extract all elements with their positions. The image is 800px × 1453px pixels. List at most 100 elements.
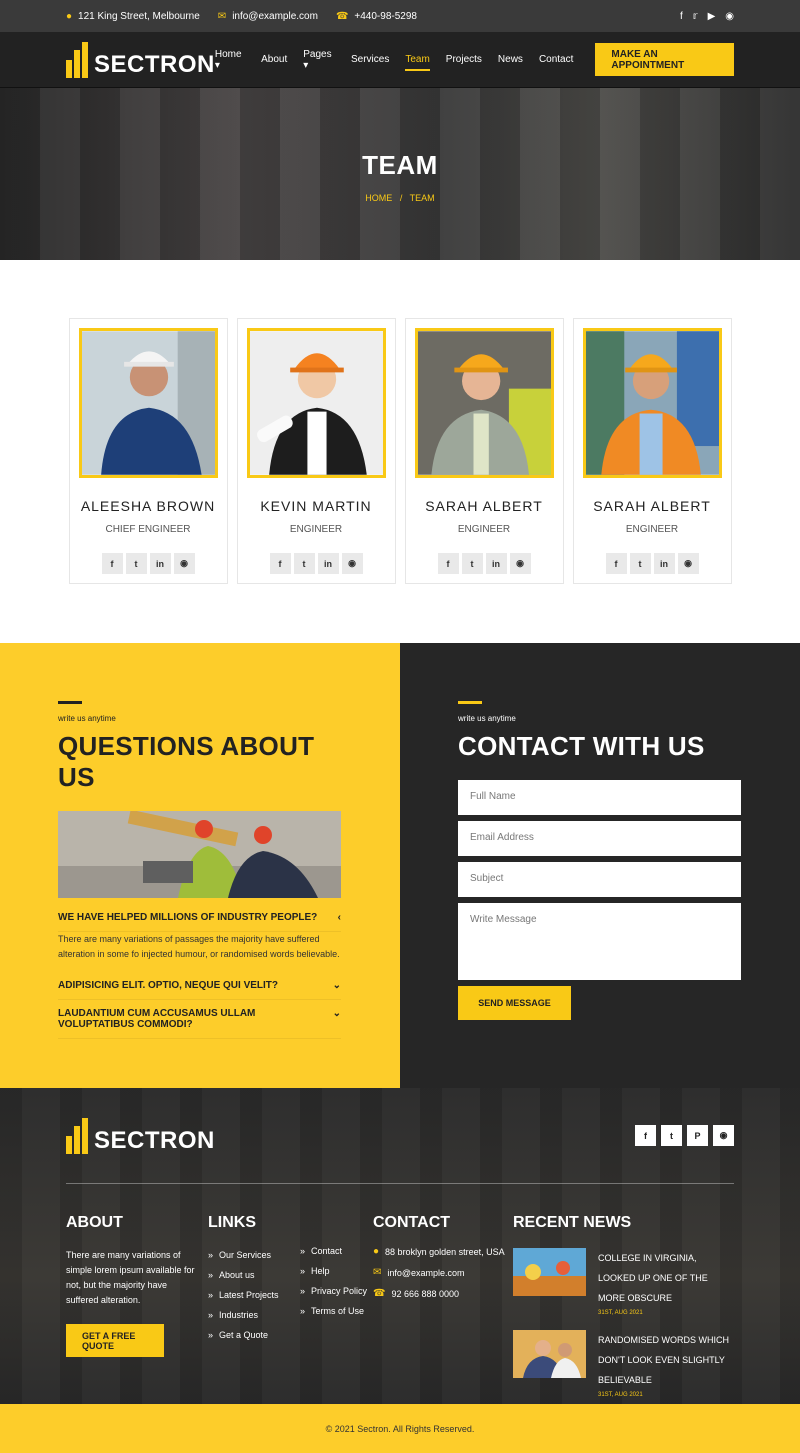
section-dash (458, 701, 482, 704)
twitter-icon[interactable]: t (125, 553, 147, 574)
instagram-icon[interactable]: ◉ (509, 553, 531, 574)
twitter-icon[interactable]: t (661, 1125, 682, 1146)
email-item[interactable]: ✉ info@example.com (218, 11, 318, 22)
email-text[interactable]: info@example.com (232, 11, 318, 22)
twitter-icon[interactable]: t (629, 553, 651, 574)
nav-item-services[interactable]: Services (351, 54, 389, 65)
instagram-icon[interactable]: ◉ (725, 11, 734, 22)
link-label: Help (311, 1266, 330, 1276)
nav-item-about[interactable]: About (261, 54, 287, 65)
instagram-icon[interactable]: ◉ (713, 1125, 734, 1146)
brand-logo[interactable]: SECTRON (66, 41, 215, 78)
facebook-icon[interactable]: f (269, 553, 291, 574)
team-member-photo (78, 328, 218, 478)
send-message-button[interactable]: SEND MESSAGE (458, 986, 571, 1020)
phone-icon: ☎ (335, 10, 349, 22)
team-card: SARAH ALBERT ENGINEER f t in ◉ (404, 318, 564, 584)
chevron-left-icon: ‹ (337, 912, 341, 923)
subject-field[interactable]: Subject (458, 862, 741, 897)
news-item[interactable]: RANDOMISED WORDS WHICH DON'T LOOK EVEN S… (513, 1330, 733, 1398)
phone-item[interactable]: ☎ +440-98-5298 (336, 11, 417, 22)
footer-email[interactable]: ✉ info@example.com (373, 1267, 513, 1278)
footer-link[interactable]: » About us (208, 1270, 280, 1280)
footer-link[interactable]: » Our Services (208, 1250, 280, 1260)
instagram-icon[interactable]: ◉ (173, 553, 195, 574)
questions-panel: write us anytime QUESTIONS ABOUT US WE H… (0, 643, 400, 1088)
double-chevron-icon: » (300, 1306, 306, 1316)
youtube-icon[interactable]: ▶ (708, 11, 716, 22)
copyright-bar: © 2021 Sectron. All Rights Reserved. (0, 1404, 800, 1453)
breadcrumb: HOME / TEAM (0, 193, 800, 203)
double-chevron-icon: » (208, 1270, 214, 1280)
nav-item-team[interactable]: Team (405, 54, 431, 71)
nav-item-projects[interactable]: Projects (446, 54, 482, 65)
faq-question-text: ADIPISICING ELIT. OPTIO, NEQUE QUI VELIT… (58, 980, 279, 991)
double-chevron-icon: » (300, 1266, 306, 1276)
questions-image (58, 811, 341, 898)
news-thumbnail (513, 1248, 586, 1296)
message-field[interactable]: Write Message (458, 903, 741, 980)
appointment-button[interactable]: MAKE AN APPOINTMENT (595, 43, 734, 76)
email-field[interactable]: Email Address (458, 821, 741, 856)
linkedin-icon[interactable]: in (485, 553, 507, 574)
news-item[interactable]: COLLEGE IN VIRGINIA, LOOKED UP ONE OF TH… (513, 1248, 733, 1316)
location-pin-icon: ● (373, 1246, 380, 1257)
facebook-icon[interactable]: f (635, 1125, 656, 1146)
footer-link[interactable]: » Latest Projects (208, 1290, 280, 1300)
nav-item-home[interactable]: Home ▾ (215, 49, 245, 71)
site-footer: SECTRON f t P ◉ ABOUT There are many var… (0, 1088, 800, 1404)
faq-question[interactable]: WE HAVE HELPED MILLIONS OF INDUSTRY PEOP… (58, 904, 341, 932)
facebook-icon[interactable]: f (680, 11, 683, 22)
footer-phone[interactable]: ☎ 92 666 888 0000 (373, 1288, 513, 1299)
phone-text[interactable]: +440-98-5298 (354, 11, 417, 22)
linkedin-icon[interactable]: in (149, 553, 171, 574)
section-dash (58, 701, 82, 704)
nav-label: Pages (303, 48, 332, 60)
nav-item-news[interactable]: News (498, 54, 523, 65)
member-name: SARAH ALBERT (593, 498, 711, 514)
member-name: SARAH ALBERT (425, 498, 543, 514)
full-name-field[interactable]: Full Name (458, 780, 741, 815)
free-quote-button[interactable]: GET A FREE QUOTE (66, 1324, 164, 1357)
faq-question[interactable]: ADIPISICING ELIT. OPTIO, NEQUE QUI VELIT… (58, 972, 341, 1000)
questions-title: QUESTIONS ABOUT US (58, 731, 315, 792)
envelope-icon: ✉ (373, 1267, 382, 1278)
brand-name: SECTRON (94, 50, 215, 78)
footer-link[interactable]: » Privacy Policy (300, 1286, 367, 1296)
breadcrumb-separator: / (399, 193, 403, 203)
instagram-icon[interactable]: ◉ (677, 553, 699, 574)
footer-logo[interactable]: SECTRON (66, 1117, 215, 1154)
faq-question[interactable]: LAUDANTIUM CUM ACCUSAMUS ULLAM VOLUPTATI… (58, 1000, 341, 1039)
team-card: ALEESHA BROWN CHIEF ENGINEER f t in ◉ (68, 318, 228, 584)
twitter-icon[interactable]: 𝕣 (693, 11, 698, 22)
facebook-icon[interactable]: f (605, 553, 627, 574)
pinterest-icon[interactable]: P (687, 1125, 708, 1146)
double-chevron-icon: » (300, 1286, 306, 1296)
link-label: Privacy Policy (311, 1286, 368, 1296)
nav-item-pages[interactable]: Pages ▾ (303, 49, 335, 71)
twitter-icon[interactable]: t (461, 553, 483, 574)
footer-link[interactable]: » Industries (208, 1310, 280, 1320)
footer-link[interactable]: » Get a Quote (208, 1330, 280, 1340)
phone-text: 92 666 888 0000 (391, 1288, 460, 1299)
member-role: ENGINEER (457, 524, 511, 535)
logo-bars-icon (66, 1117, 88, 1154)
footer-link[interactable]: » Contact (300, 1246, 367, 1256)
instagram-icon[interactable]: ◉ (341, 553, 363, 574)
linkedin-icon[interactable]: in (317, 553, 339, 574)
footer-link[interactable]: » Terms of Use (300, 1306, 367, 1316)
member-name: KEVIN MARTIN (260, 498, 372, 514)
nav-item-contact[interactable]: Contact (539, 54, 573, 65)
questions-kicker: write us anytime (58, 714, 116, 723)
facebook-icon[interactable]: f (437, 553, 459, 574)
envelope-icon: ✉ (217, 10, 227, 22)
twitter-icon[interactable]: t (293, 553, 315, 574)
footer-columns: ABOUT There are many variations of simpl… (66, 1214, 734, 1404)
member-role: CHIEF ENGINEER (105, 524, 191, 535)
caret-down-icon: ▾ (303, 59, 309, 71)
linkedin-icon[interactable]: in (653, 553, 675, 574)
copyright-text: © 2021 Sectron. All Rights Reserved. (325, 1424, 475, 1434)
breadcrumb-home[interactable]: HOME (365, 193, 392, 203)
footer-link[interactable]: » Help (300, 1266, 367, 1276)
facebook-icon[interactable]: f (101, 553, 123, 574)
